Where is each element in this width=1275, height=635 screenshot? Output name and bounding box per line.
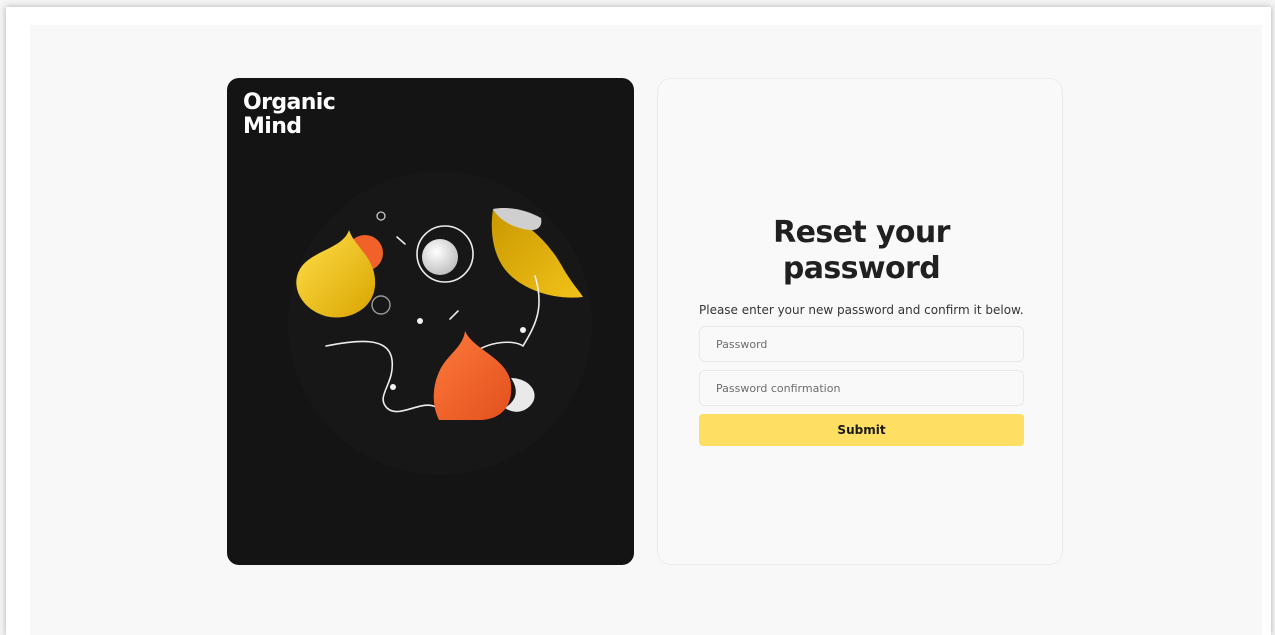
reset-password-form: Reset your password Please enter your ne… [699,215,1024,446]
submit-button[interactable]: Submit [699,414,1024,446]
abstract-illustration [288,171,592,475]
brand-illustration-panel: Organic Mind [227,78,634,565]
password-confirmation-input[interactable] [699,370,1024,406]
brand-logo-line2: Mind [243,114,302,139]
backdrop-circle [288,171,592,475]
password-input[interactable] [699,326,1024,362]
reset-password-page: Organic Mind Reset your password Please … [30,25,1262,635]
page-title: Reset your password [773,215,950,286]
brand-logo: Organic Mind [243,90,336,139]
form-instructions: Please enter your new password and confi… [699,303,1024,317]
brand-logo-line1: Organic [243,90,336,115]
browser-window: Organic Mind Reset your password Please … [6,7,1271,635]
reset-password-form-card: Reset your password Please enter your ne… [657,78,1063,565]
